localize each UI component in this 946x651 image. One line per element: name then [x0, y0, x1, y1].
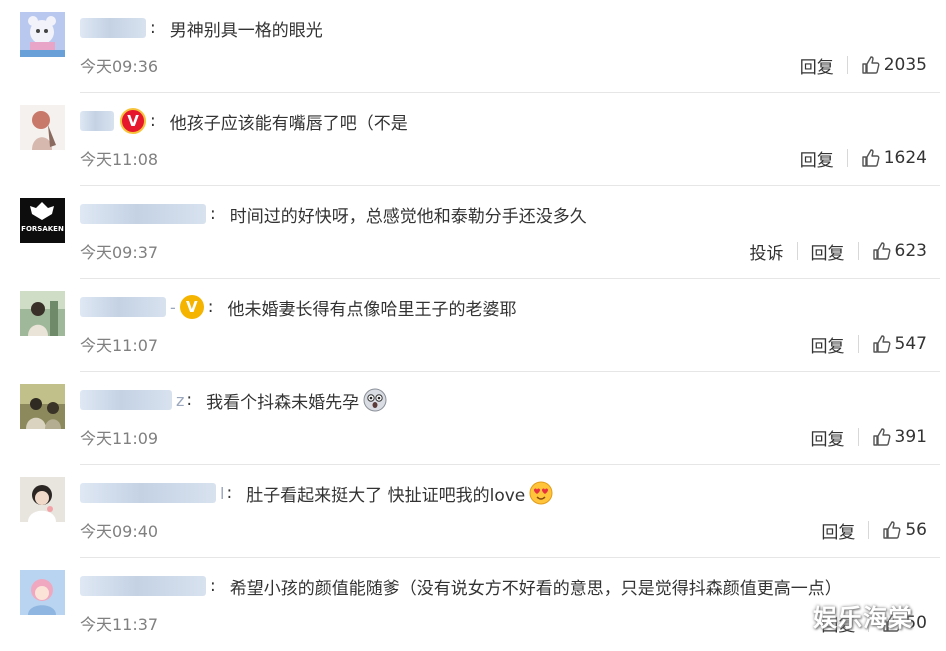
comment-item: V : 他孩子应该能有嘴唇了吧（不是 今天11:08 回复 1624	[0, 93, 946, 186]
report-button[interactable]: 投诉	[750, 239, 784, 264]
username[interactable]	[80, 111, 114, 131]
avatar[interactable]	[20, 105, 65, 150]
username[interactable]	[80, 297, 166, 317]
username-suffix: z	[176, 390, 185, 410]
comment-text: 男神别具一格的眼光	[169, 20, 323, 41]
thumbs-up-icon	[872, 242, 891, 260]
comment-header: l : 肚子看起来挺大了 快扯证吧我的love	[80, 480, 553, 506]
like-count: 623	[894, 241, 927, 261]
reply-button[interactable]: 回复	[811, 239, 845, 264]
comment-time: 今天11:09	[80, 429, 159, 448]
like-count: 1624	[883, 148, 927, 168]
comment-item: FORSAKEN : 时间过的好快呀，总感觉他和泰勒分手还没多久 今天09:37…	[0, 186, 946, 279]
comment-time: 今天09:37	[80, 243, 159, 262]
like-button[interactable]: 623	[872, 241, 927, 261]
username[interactable]	[80, 18, 146, 38]
thumbs-up-icon	[883, 521, 901, 539]
avatar-text: FORSAKEN	[21, 225, 64, 233]
like-count: 2035	[883, 55, 927, 75]
comment-text: 他孩子应该能有嘴唇了吧（不是	[169, 113, 408, 134]
comment-text: 我看个抖森未婚先孕	[206, 392, 360, 413]
action-divider	[846, 149, 848, 167]
username[interactable]	[80, 390, 172, 410]
thumbs-up-icon	[862, 56, 880, 74]
comment-time: 今天11:08	[80, 150, 159, 169]
action-divider	[796, 242, 798, 260]
username[interactable]	[80, 576, 206, 596]
avatar[interactable]	[20, 477, 65, 522]
comment-actions: 回复 1624	[800, 145, 927, 171]
reply-button[interactable]: 回复	[811, 332, 845, 357]
comment-item: : 男神别具一格的眼光 今天09:36 回复 2035	[0, 0, 946, 93]
comment-actions: 回复 547	[811, 331, 927, 357]
like-button[interactable]: 1624	[861, 148, 927, 168]
comment-header: : 希望小孩的颜值能随爹（没有说女方不好看的意思，只是觉得抖森颜值更高一点）	[80, 573, 842, 599]
action-divider	[857, 242, 859, 260]
action-divider	[846, 56, 848, 74]
watermark: 娱乐海棠	[813, 604, 913, 632]
comment-header: : 时间过的好快呀，总感觉他和泰勒分手还没多久	[80, 201, 587, 227]
action-divider	[868, 521, 870, 539]
like-count: 547	[894, 334, 927, 354]
username[interactable]	[80, 204, 206, 224]
thumbs-up-icon	[862, 149, 880, 167]
comment-item: - V : 他未婚妻长得有点像哈里王子的老婆耶 今天11:07 回复 547	[0, 279, 946, 372]
like-button[interactable]: 56	[882, 520, 927, 540]
comment-header: z : 我看个抖森未婚先孕	[80, 387, 387, 413]
comment-time: 今天11:07	[80, 336, 159, 355]
username-suffix: l	[220, 483, 225, 503]
comment-header: V : 他孩子应该能有嘴唇了吧（不是	[80, 108, 408, 134]
like-button[interactable]: 547	[872, 334, 927, 354]
like-button[interactable]: 391	[872, 427, 927, 447]
comment-actions: 回复 391	[811, 424, 927, 450]
reply-button[interactable]: 回复	[821, 518, 855, 543]
thumbs-up-icon	[872, 335, 891, 353]
comment-item: z : 我看个抖森未婚先孕 今天11:09 回复 391	[0, 372, 946, 465]
comment-header: - V : 他未婚妻长得有点像哈里王子的老婆耶	[80, 294, 517, 320]
comment-text: 时间过的好快呀，总感觉他和泰勒分手还没多久	[229, 206, 587, 227]
action-divider	[857, 335, 859, 353]
reply-button[interactable]: 回复	[800, 146, 834, 171]
comment-text: 他未婚妻长得有点像哈里王子的老婆耶	[227, 299, 517, 320]
comment-time: 今天09:40	[80, 522, 159, 541]
comment-text: 肚子看起来挺大了 快扯证吧我的love	[246, 485, 526, 506]
comment-item: : 希望小孩的颜值能随爹（没有说女方不好看的意思，只是觉得抖森颜值更高一点） 今…	[0, 558, 946, 651]
love-face-emoji-icon	[529, 481, 553, 505]
verified-badge-icon: V	[120, 108, 146, 134]
comment-actions: 回复 56	[821, 517, 927, 543]
username[interactable]	[80, 483, 216, 503]
avatar[interactable]	[20, 384, 65, 429]
comment-time: 今天09:36	[80, 57, 159, 76]
avatar[interactable]	[20, 12, 65, 57]
reply-button[interactable]: 回复	[800, 53, 834, 78]
comment-text: 希望小孩的颜值能随爹（没有说女方不好看的意思，只是觉得抖森颜值更高一点）	[229, 578, 842, 599]
avatar[interactable]: FORSAKEN	[20, 198, 65, 243]
reply-button[interactable]: 回复	[811, 425, 845, 450]
comment-actions: 回复 2035	[800, 52, 927, 78]
comment-item: l : 肚子看起来挺大了 快扯证吧我的love 今天09:40 回复 56	[0, 465, 946, 558]
like-count: 391	[894, 427, 927, 447]
thumbs-up-icon	[872, 428, 891, 446]
comment-time: 今天11:37	[80, 615, 159, 634]
comment-actions: 投诉 回复 623	[750, 238, 927, 264]
comment-header: : 男神别具一格的眼光	[80, 15, 323, 41]
avatar[interactable]	[20, 570, 65, 615]
shocked-face-emoji-icon	[363, 388, 387, 412]
like-button[interactable]: 2035	[861, 55, 927, 75]
username-suffix: -	[170, 297, 176, 317]
action-divider	[857, 428, 859, 446]
like-count: 56	[905, 520, 927, 540]
verified-badge-icon: V	[179, 295, 204, 319]
avatar[interactable]	[20, 291, 65, 336]
